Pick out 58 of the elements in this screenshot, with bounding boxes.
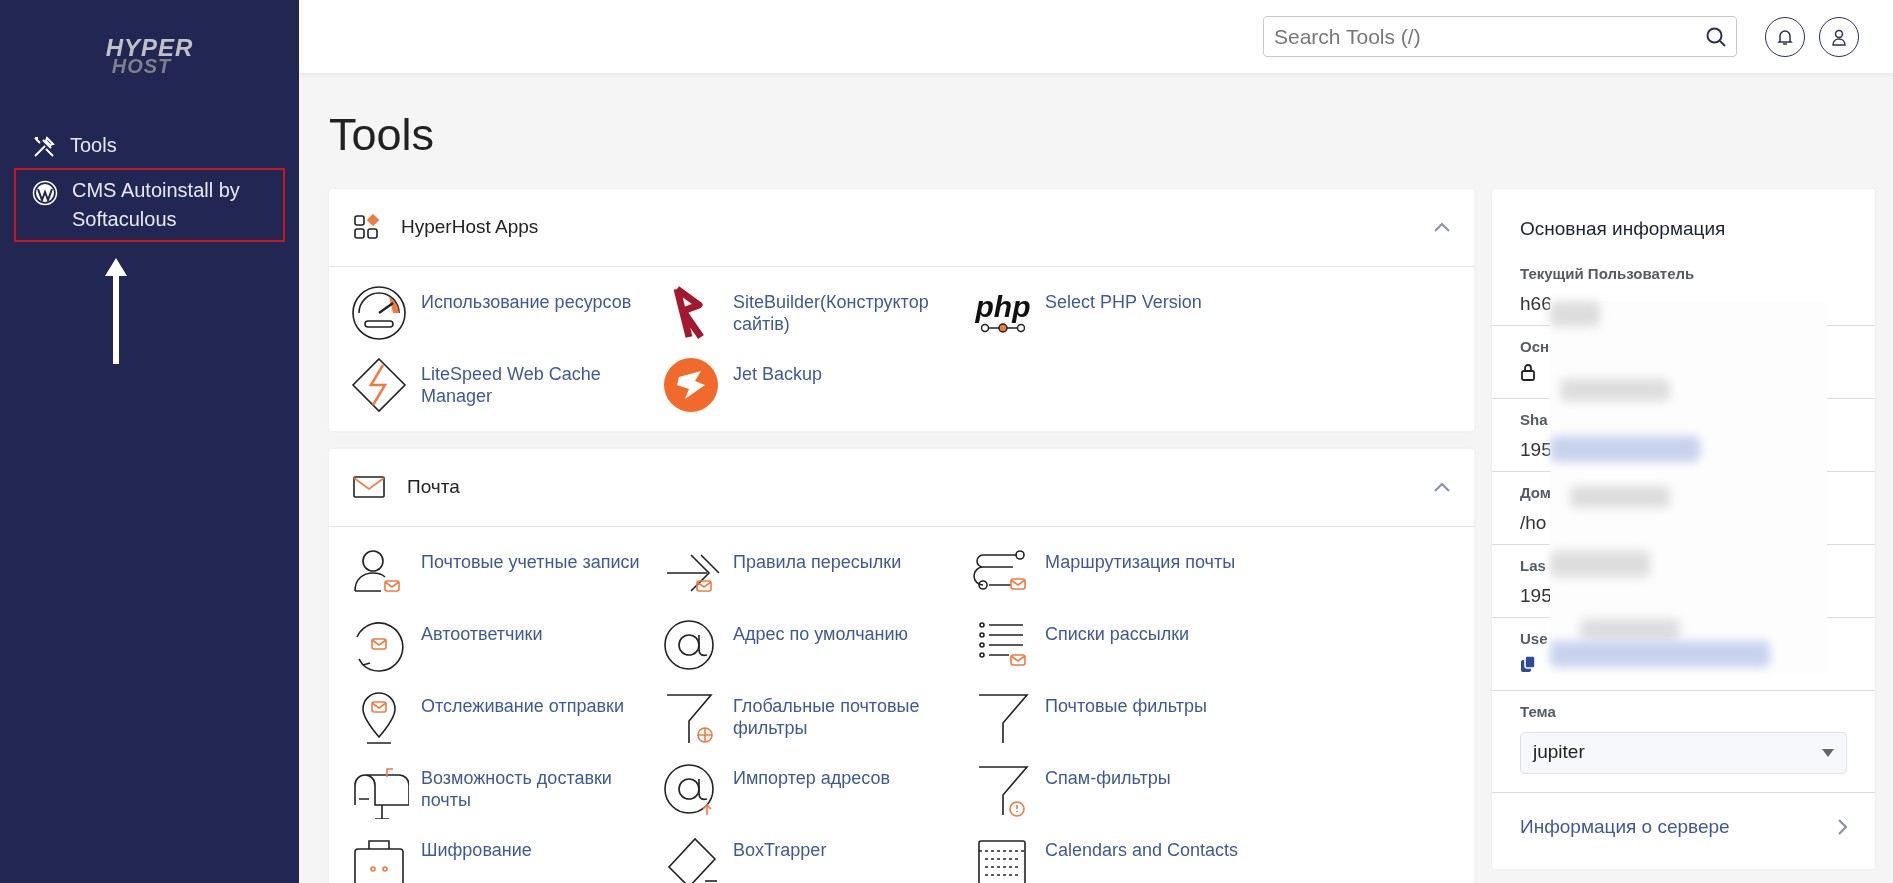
tool-link[interactable]: LiteSpeed Web Cache Manager <box>349 348 661 421</box>
apps-icon <box>353 214 379 240</box>
tool-link[interactable]: Почтовые фильтры <box>973 680 1285 753</box>
tool-link[interactable]: Глобальные почтовые фильтры <box>661 680 973 753</box>
tool-link[interactable]: SiteBuilder(Конструктор сайтів) <box>661 276 973 349</box>
info-value: 195 <box>1520 583 1552 608</box>
tool-link[interactable]: Правила пересылки <box>661 536 973 609</box>
sidebar-item[interactable]: Tools <box>14 123 285 169</box>
info-value: 195 <box>1520 437 1552 462</box>
user-button[interactable] <box>1819 16 1859 57</box>
wordpress-icon <box>32 180 58 207</box>
envelope-icon <box>353 476 385 498</box>
tool-link[interactable]: Спам-фильтры <box>973 752 1285 825</box>
tool-link[interactable]: Jet Backup <box>661 348 973 421</box>
page-title: Tools <box>329 108 436 162</box>
search-field[interactable]: Search Tools (/) <box>1263 16 1737 57</box>
info-value: /ho <box>1520 510 1547 535</box>
theme-select[interactable]: jupiter <box>1520 731 1847 774</box>
info-label: Осн <box>1520 337 1551 357</box>
tool-link[interactable]: Списки рассылки <box>973 608 1285 681</box>
lock-icon <box>1520 362 1536 381</box>
info-label: Las <box>1520 556 1547 576</box>
tool-link[interactable]: Calendars and Contacts <box>973 824 1285 883</box>
server-info-link[interactable]: Информация о сервере <box>1492 791 1875 865</box>
search-icon <box>1705 26 1727 48</box>
info-label: Sha <box>1520 410 1549 430</box>
tool-link[interactable]: Почтовые учетные записи <box>349 536 661 609</box>
section-header[interactable]: HyperHost Apps <box>329 188 1474 267</box>
info-title: Основная информация <box>1519 216 1727 241</box>
caret-icon <box>1822 748 1834 757</box>
info-label: Текущий Пользователь <box>1520 264 1696 284</box>
section-title: HyperHost Apps <box>401 214 539 239</box>
sidebar-item[interactable]: CMS Autoinstall by Softaculous <box>14 168 285 243</box>
section-header[interactable]: Почта <box>329 448 1474 527</box>
info-value: h66 <box>1520 291 1552 316</box>
php-logo: php <box>973 282 1033 343</box>
tool-link[interactable]: Автоответчики <box>349 608 661 681</box>
tool-link[interactable]: Импортер адресов <box>661 752 973 825</box>
chevron-icon <box>1434 482 1450 492</box>
notifications-button[interactable] <box>1765 16 1805 57</box>
tool-link[interactable]: Отслеживание отправки <box>349 680 661 753</box>
tool-link[interactable]: Возможность доставки почты <box>349 752 661 825</box>
info-label: Use <box>1520 629 1549 649</box>
tool-link[interactable]: php Select PHP Version <box>973 276 1285 349</box>
chevron-icon <box>1434 222 1450 232</box>
tool-link[interactable]: BoxTrapper <box>661 824 973 883</box>
logo: HYPER HOST <box>104 38 195 76</box>
copy-icon <box>1520 654 1536 673</box>
info-label: Дом <box>1520 483 1552 503</box>
tool-link[interactable]: Использование ресурсов <box>349 276 661 349</box>
theme-label: Тема <box>1520 702 1557 722</box>
chevron-right-icon <box>1837 818 1847 835</box>
section-title: Почта <box>407 474 460 499</box>
tool-link[interactable]: Адрес по умолчанию <box>661 608 973 681</box>
tool-link[interactable]: Шифрование <box>349 824 661 883</box>
bell-icon <box>1776 27 1794 46</box>
tool-link[interactable]: Маршрутизация почты <box>973 536 1285 609</box>
user-icon <box>1830 27 1848 46</box>
